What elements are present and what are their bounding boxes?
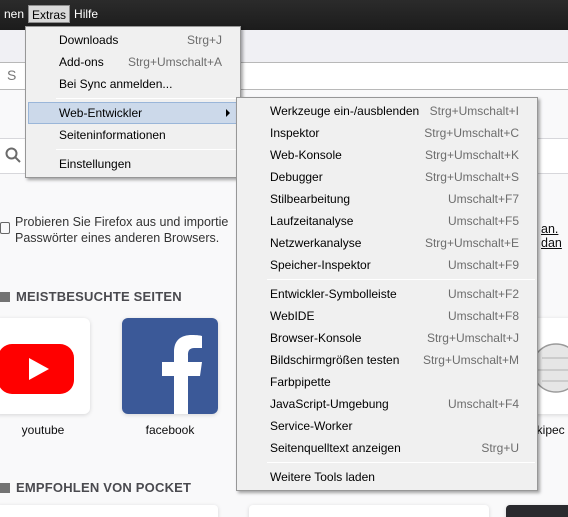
menu-item-page-info[interactable]: Seiteninformationen <box>26 124 240 146</box>
menu-item-sync[interactable]: Bei Sync anmelden... <box>26 73 240 95</box>
menu-item-debugger[interactable]: Debugger Strg+Umschalt+S <box>237 166 537 188</box>
menu-item-scratchpad[interactable]: JavaScript-Umgebung Umschalt+F4 <box>237 393 537 415</box>
menu-item-settings[interactable]: Einstellungen <box>26 153 240 175</box>
menu-item-inspector[interactable]: Inspektor Strg+Umschalt+C <box>237 122 537 144</box>
pocket-card[interactable] <box>506 505 568 517</box>
menu-item-responsive-design[interactable]: Bildschirmgrößen testen Strg+Umschalt+M <box>237 349 537 371</box>
tile-label-youtube[interactable]: youtube <box>20 423 66 437</box>
extras-menu: Downloads Strg+J Add-ons Strg+Umschalt+A… <box>25 26 241 178</box>
tile-youtube[interactable] <box>0 318 90 414</box>
menu-item-service-workers[interactable]: Service-Worker <box>237 415 537 437</box>
menu-item-style-editor[interactable]: Stilbearbeitung Umschalt+F7 <box>237 188 537 210</box>
menu-item-developer-toolbar[interactable]: Entwickler-Symbolleiste Umschalt+F2 <box>237 283 537 305</box>
menu-item-get-more-tools[interactable]: Weitere Tools laden <box>237 466 537 488</box>
web-developer-submenu: Werkzeuge ein-/ausblenden Strg+Umschalt+I… <box>236 97 538 491</box>
tile-label-facebook[interactable]: facebook <box>140 423 200 437</box>
menu-item-addons[interactable]: Add-ons Strg+Umschalt+A <box>26 51 240 73</box>
import-icon <box>0 222 10 234</box>
menu-item-storage-inspector[interactable]: Speicher-Inspektor Umschalt+F9 <box>237 254 537 276</box>
menu-item-toggle-tools[interactable]: Werkzeuge ein-/ausblenden Strg+Umschalt+I <box>237 100 537 122</box>
menu-hilfe[interactable]: Hilfe <box>70 5 102 23</box>
pocket-card[interactable] <box>249 505 489 517</box>
menu-bar: nen Extras Hilfe <box>0 5 102 23</box>
submenu-arrow-icon <box>226 109 230 117</box>
menu-item-eyedropper[interactable]: Farbpipette <box>237 371 537 393</box>
menu-item-webide[interactable]: WebIDE Umschalt+F8 <box>237 305 537 327</box>
top-sites-icon <box>0 292 10 302</box>
pocket-icon <box>0 483 10 493</box>
search-icon <box>5 147 21 163</box>
url-bar-placeholder: S <box>7 67 17 83</box>
top-sites-heading: MEISTBESUCHTE SEITEN <box>0 289 182 304</box>
menu-separator <box>267 462 535 463</box>
menu-item-browser-console[interactable]: Browser-Konsole Strg+Umschalt+J <box>237 327 537 349</box>
menu-item-web-console[interactable]: Web-Konsole Strg+Umschalt+K <box>237 144 537 166</box>
menu-separator <box>56 149 238 150</box>
pocket-heading: EMPFOHLEN VON POCKET <box>0 480 191 495</box>
menu-item-web-developer[interactable]: Web-Entwickler <box>28 102 238 124</box>
menu-separator <box>56 98 238 99</box>
menu-item-network[interactable]: Netzwerkanalyse Strg+Umschalt+E <box>237 232 537 254</box>
tile-label-wikipedia[interactable]: ikipec <box>534 423 568 437</box>
youtube-icon <box>0 344 74 394</box>
menu-item-performance[interactable]: Laufzeitanalyse Umschalt+F5 <box>237 210 537 232</box>
menu-item-view-source[interactable]: Seitenquelltext anzeigen Strg+U <box>237 437 537 459</box>
tile-facebook[interactable] <box>122 318 218 414</box>
facebook-icon <box>122 318 218 414</box>
menu-ansicht[interactable]: nen <box>0 5 28 23</box>
menu-item-downloads[interactable]: Downloads Strg+J <box>26 29 240 51</box>
menu-extras[interactable]: Extras <box>28 5 71 23</box>
snippet-link[interactable]: an. dan <box>541 222 568 250</box>
menu-separator <box>267 279 535 280</box>
pocket-card[interactable] <box>0 505 218 517</box>
